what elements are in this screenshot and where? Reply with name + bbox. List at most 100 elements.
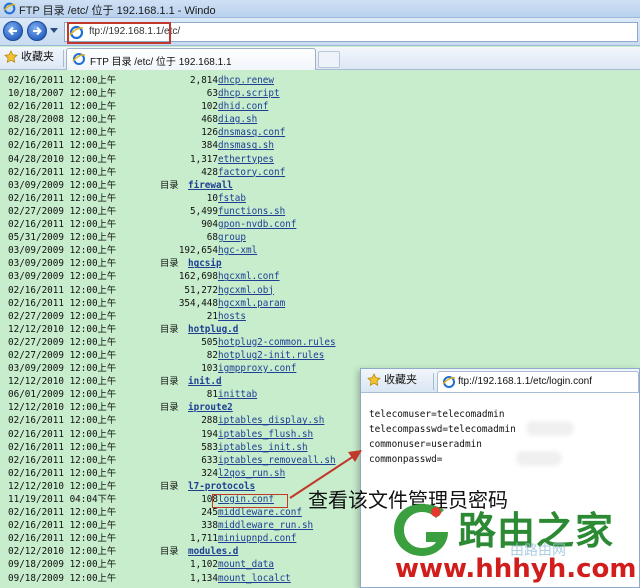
file-link[interactable]: middleware_run.sh <box>218 519 313 532</box>
modified-date: 03/09/2009 12:00上午 <box>8 179 117 191</box>
favorites-bar: 收藏夹 FTP 目录 /etc/ 位于 192.168.1.1 <box>0 47 640 70</box>
file-size: 2,814 <box>190 75 218 86</box>
file-link[interactable]: l2qos_run.sh <box>218 467 285 480</box>
directory-link[interactable]: l7-protocols <box>188 480 255 493</box>
file-link[interactable]: igmpproxy.conf <box>218 362 296 375</box>
favorites-button[interactable]: 收藏夹 <box>4 50 54 67</box>
modified-date: 02/16/2011 12:00上午 <box>8 415 117 427</box>
modified-date: 02/16/2011 12:00上午 <box>8 533 117 545</box>
directory-label: 目录 <box>160 323 179 335</box>
modified-date: 05/31/2009 12:00上午 <box>8 232 117 244</box>
file-size: 1,134 <box>190 572 218 584</box>
file-size: 1,317 <box>190 153 218 165</box>
file-link[interactable]: gpon-nvdb.conf <box>218 218 296 231</box>
directory-link[interactable]: iproute2 <box>188 401 233 414</box>
directory-link[interactable]: init.d <box>188 375 222 388</box>
file-link[interactable]: mount_data <box>218 558 274 571</box>
file-size: 1,102 <box>190 559 218 571</box>
brand-logo-icon <box>394 504 448 556</box>
file-link[interactable]: hgc-xml <box>218 244 257 257</box>
ie-tab-icon <box>442 376 456 388</box>
modified-date: 02/16/2011 12:00上午 <box>8 219 117 231</box>
file-link[interactable]: diag.sh <box>218 113 257 126</box>
new-tab-button[interactable] <box>318 51 340 68</box>
file-row: 02/27/2009 12:00上午 82 hotplug2-init.rules <box>8 349 640 362</box>
file-row: 02/27/2009 12:00上午 5,499 functions.sh <box>8 205 640 218</box>
forward-button[interactable] <box>27 21 47 41</box>
directory-label: 目录 <box>160 258 179 270</box>
tab-ftp-etc[interactable]: FTP 目录 /etc/ 位于 192.168.1.1 <box>66 48 316 70</box>
file-link[interactable]: hgcxml.param <box>218 297 285 310</box>
login-conf-content: telecomuser=telecomadmin telecompasswd=t… <box>369 407 516 467</box>
file-size: 162,698 <box>178 271 218 283</box>
ie-tab-icon <box>72 53 86 65</box>
file-size: 354,448 <box>178 297 218 309</box>
file-link[interactable]: iptables_flush.sh <box>218 428 313 441</box>
back-button[interactable] <box>3 21 23 41</box>
file-size: 384 <box>201 140 218 152</box>
directory-link[interactable]: hgcsip <box>188 257 222 270</box>
modified-date: 12/12/2010 12:00上午 <box>8 376 117 388</box>
file-row: 02/16/2011 12:00上午 354,448 hgcxml.param <box>8 297 640 310</box>
file-link[interactable]: hosts <box>218 310 246 323</box>
file-link[interactable]: hotplug2-init.rules <box>218 349 324 362</box>
file-row: 02/16/2011 12:00上午 126 dnsmasq.conf <box>8 126 640 139</box>
file-row: 02/27/2009 12:00上午 21 hosts <box>8 310 640 323</box>
file-link[interactable]: ethertypes <box>218 153 274 166</box>
file-link[interactable]: dhcp.script <box>218 87 280 100</box>
modified-date: 02/16/2011 12:00上午 <box>8 520 117 532</box>
file-size: 82 <box>206 349 218 361</box>
modified-date: 02/16/2011 12:00上午 <box>8 101 117 113</box>
directory-label: 目录 <box>160 546 179 558</box>
file-size: 103 <box>201 363 218 375</box>
modified-date: 02/16/2011 12:00上午 <box>8 441 117 453</box>
window-title-bar: FTP 目录 /etc/ 位于 192.168.1.1 - Windo <box>0 0 640 18</box>
watermark-url: www.hhhyh.com <box>395 554 637 584</box>
file-link[interactable]: dhid.conf <box>218 100 268 113</box>
file-link[interactable]: functions.sh <box>218 205 285 218</box>
file-link[interactable]: inittab <box>218 388 257 401</box>
config-line: commonpasswd= <box>369 454 443 465</box>
file-link[interactable]: hgcxml.obj <box>218 284 274 297</box>
modified-date: 02/27/2009 12:00上午 <box>8 336 117 348</box>
file-link[interactable]: dhcp.renew <box>218 74 274 87</box>
directory-label: 目录 <box>160 402 179 414</box>
file-row: 03/09/2009 12:00上午 162,698 hgcxml.conf <box>8 270 640 283</box>
directory-link[interactable]: modules.d <box>188 545 238 558</box>
file-link[interactable]: group <box>218 231 246 244</box>
file-link[interactable]: dnsmasq.sh <box>218 139 274 152</box>
file-size: 68 <box>206 232 218 244</box>
history-dropdown-icon[interactable] <box>50 28 58 34</box>
tab-login-conf[interactable]: ftp://192.168.1.1/etc/login.conf <box>437 371 639 392</box>
file-link[interactable]: fstab <box>218 192 246 205</box>
modified-date: 03/09/2009 12:00上午 <box>8 245 117 257</box>
directory-link[interactable]: hotplug.d <box>188 323 238 336</box>
file-size: 505 <box>201 336 218 348</box>
file-link[interactable]: factory.conf <box>218 166 285 179</box>
file-row: 05/31/2009 12:00上午 68 group <box>8 231 640 244</box>
modified-date: 02/16/2011 12:00上午 <box>8 454 117 466</box>
config-line: telecomuser=telecomadmin <box>369 409 505 420</box>
directory-link[interactable]: firewall <box>188 179 233 192</box>
file-row: 10/18/2007 12:00上午 63 dhcp.script <box>8 87 640 100</box>
address-highlight-box <box>67 22 171 44</box>
file-link[interactable]: miniupnpd.conf <box>218 532 296 545</box>
popup-favorites-button[interactable]: 收藏夹 <box>367 373 417 390</box>
file-link[interactable]: iptables_init.sh <box>218 441 308 454</box>
file-row: 02/27/2009 12:00上午 505 hotplug2-common.rul… <box>8 336 640 349</box>
directory-row: 03/09/2009 12:00上午 目录 firewall <box>8 179 640 192</box>
file-size: 81 <box>206 389 218 401</box>
file-link[interactable]: mount_localct <box>218 572 291 585</box>
file-size: 338 <box>201 520 218 532</box>
file-link[interactable]: hgcxml.conf <box>218 270 280 283</box>
file-link[interactable]: dnsmasq.conf <box>218 126 285 139</box>
file-link[interactable]: iptables_display.sh <box>218 414 324 427</box>
file-size: 1,711 <box>190 533 218 545</box>
file-link[interactable]: iptables_removeall.sh <box>218 454 336 467</box>
file-row: 02/16/2011 12:00上午 904 gpon-nvdb.conf <box>8 218 640 231</box>
file-link[interactable]: middleware.conf <box>218 506 302 519</box>
file-size: 192,654 <box>178 245 218 257</box>
file-link[interactable]: hotplug2-common.rules <box>218 336 336 349</box>
modified-date: 02/27/2009 12:00上午 <box>8 349 117 361</box>
file-row: 02/16/2011 12:00上午 428 factory.conf <box>8 166 640 179</box>
